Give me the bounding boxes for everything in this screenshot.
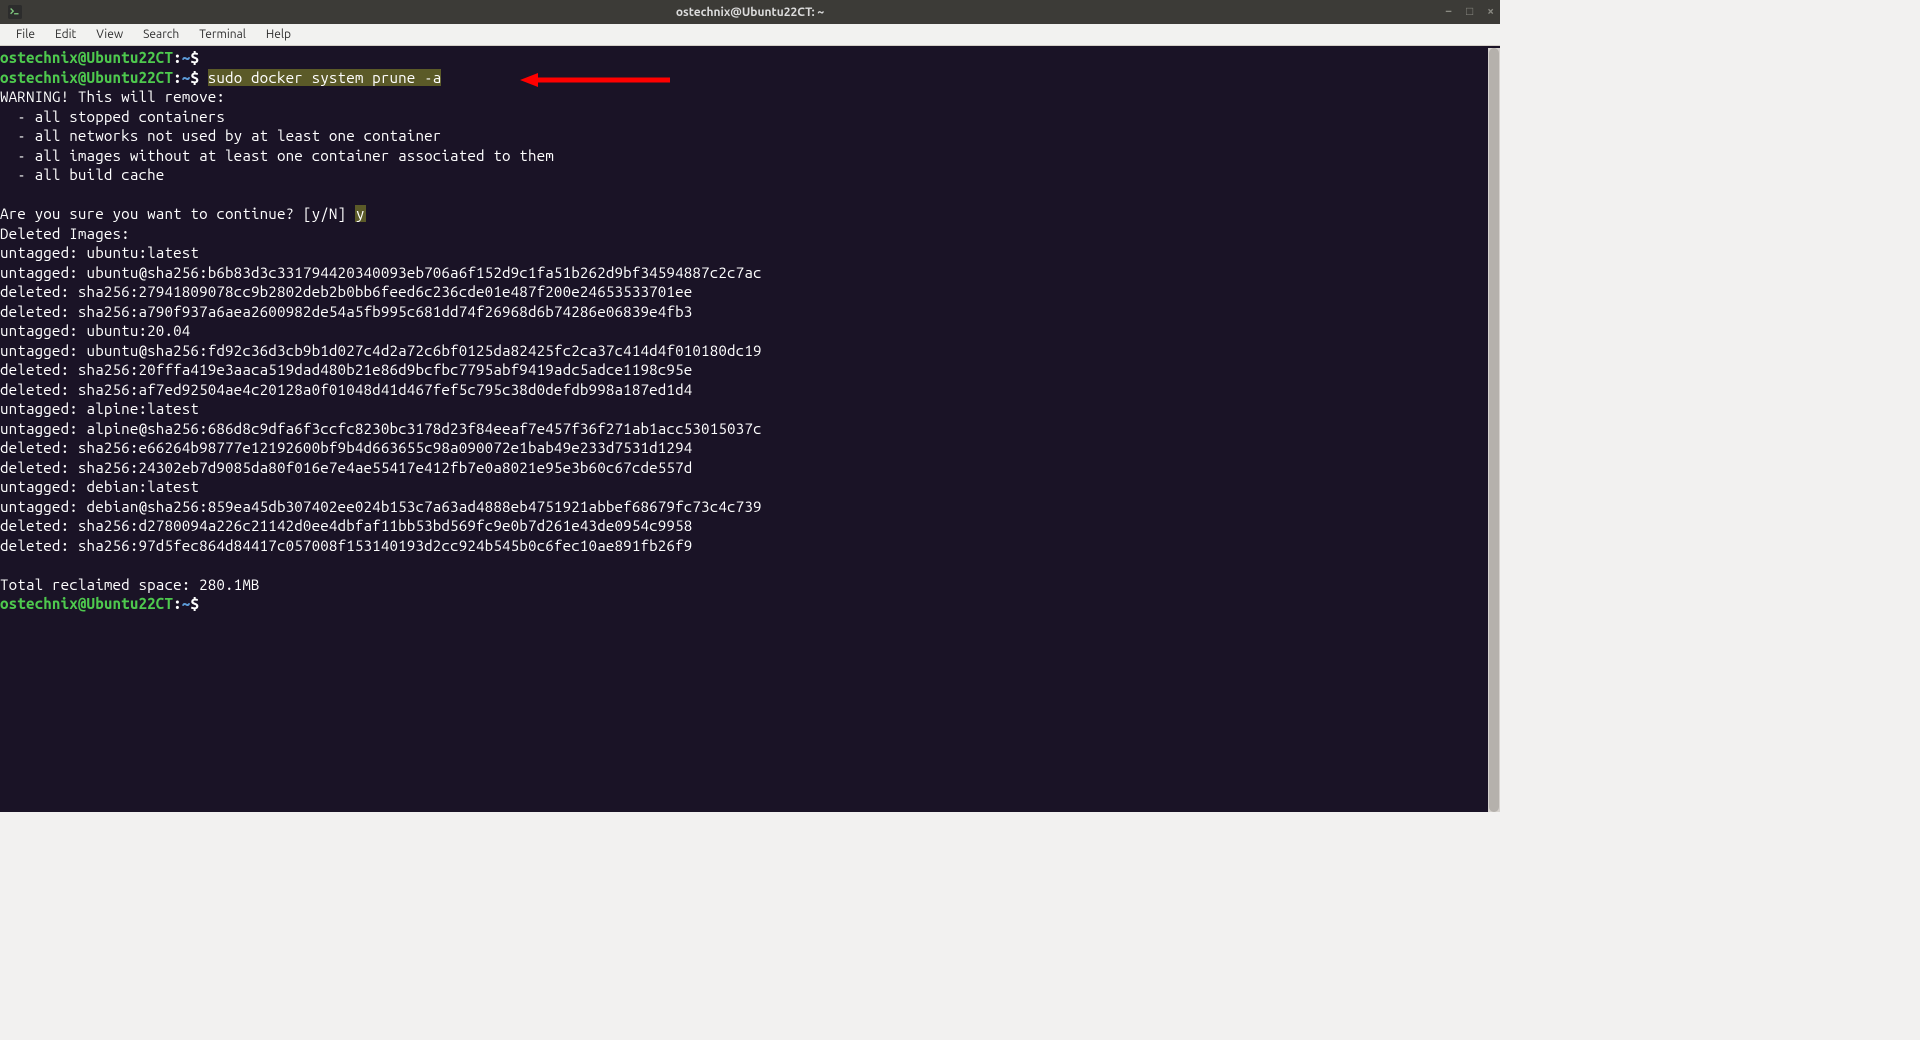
menu-terminal[interactable]: Terminal [189, 26, 256, 43]
output-line: - all images without at least one contai… [0, 147, 554, 164]
window-titlebar: ostechnix@Ubuntu22CT: ~ − □ × [0, 0, 1500, 24]
output-line: deleted: sha256:e66264b98777e12192600bf9… [0, 439, 692, 456]
prompt-dollar: $ [190, 69, 199, 86]
highlighted-command: sudo docker system prune -a [208, 69, 442, 86]
output-line: untagged: ubuntu@sha256:fd92c36d3cb9b1d0… [0, 342, 762, 359]
menu-help[interactable]: Help [256, 26, 301, 43]
scrollbar-thumb[interactable] [1489, 48, 1499, 812]
output-line: deleted: sha256:24302eb7d9085da80f016e7e… [0, 459, 692, 476]
output-line: untagged: debian@sha256:859ea45db307402e… [0, 498, 762, 515]
output-line: deleted: sha256:27941809078cc9b2802deb2b… [0, 283, 692, 300]
prompt-colon: : [173, 595, 182, 612]
menu-edit[interactable]: Edit [45, 26, 86, 43]
output-line: untagged: alpine@sha256:686d8c9dfa6f3ccf… [0, 420, 762, 437]
prompt-dollar: $ [190, 49, 199, 66]
terminal-app-icon [8, 5, 22, 19]
terminal-content[interactable]: ostechnix@Ubuntu22CT:~$ ostechnix@Ubuntu… [0, 48, 1488, 812]
prompt-dollar: $ [190, 595, 199, 612]
output-line: deleted: sha256:d2780094a226c21142d0ee4d… [0, 517, 692, 534]
close-button[interactable]: × [1487, 6, 1494, 18]
window-controls: − □ × [1445, 6, 1494, 18]
output-line: deleted: sha256:20fffa419e3aaca519dad480… [0, 361, 692, 378]
menu-view[interactable]: View [86, 26, 133, 43]
minimize-button[interactable]: − [1445, 6, 1452, 18]
output-line: untagged: ubuntu:latest [0, 244, 199, 261]
output-line: deleted: sha256:a790f937a6aea2600982de54… [0, 303, 692, 320]
output-line: - all stopped containers [0, 108, 225, 125]
output-line: untagged: ubuntu@sha256:b6b83d3c33179442… [0, 264, 762, 281]
window-title: ostechnix@Ubuntu22CT: ~ [676, 6, 824, 19]
output-line: - all build cache [0, 166, 164, 183]
output-line: WARNING! This will remove: [0, 88, 225, 105]
prompt-colon: : [173, 69, 182, 86]
output-line: Deleted Images: [0, 225, 130, 242]
prompt-colon: : [173, 49, 182, 66]
prompt-user-host: ostechnix@Ubuntu22CT [0, 595, 173, 612]
prompt-user-host: ostechnix@Ubuntu22CT [0, 69, 173, 86]
output-line: Are you sure you want to continue? [y/N] [0, 205, 355, 222]
menubar: File Edit View Search Terminal Help [0, 24, 1500, 46]
prompt-user-host: ostechnix@Ubuntu22CT [0, 49, 173, 66]
terminal-area[interactable]: ostechnix@Ubuntu22CT:~$ ostechnix@Ubuntu… [0, 46, 1500, 812]
maximize-button[interactable]: □ [1466, 6, 1473, 18]
output-line: untagged: debian:latest [0, 478, 199, 495]
menu-file[interactable]: File [6, 26, 45, 43]
output-line: Total reclaimed space: 280.1MB [0, 576, 260, 593]
output-line: deleted: sha256:97d5fec864d84417c057008f… [0, 537, 692, 554]
menu-search[interactable]: Search [133, 26, 189, 43]
output-line: - all networks not used by at least one … [0, 127, 441, 144]
output-line: untagged: alpine:latest [0, 400, 199, 417]
titlebar-left [0, 5, 28, 19]
confirm-input: y [355, 205, 366, 222]
output-line: deleted: sha256:af7ed92504ae4c20128a0f01… [0, 381, 692, 398]
vertical-scrollbar[interactable] [1488, 48, 1500, 812]
output-line: untagged: ubuntu:20.04 [0, 322, 190, 339]
